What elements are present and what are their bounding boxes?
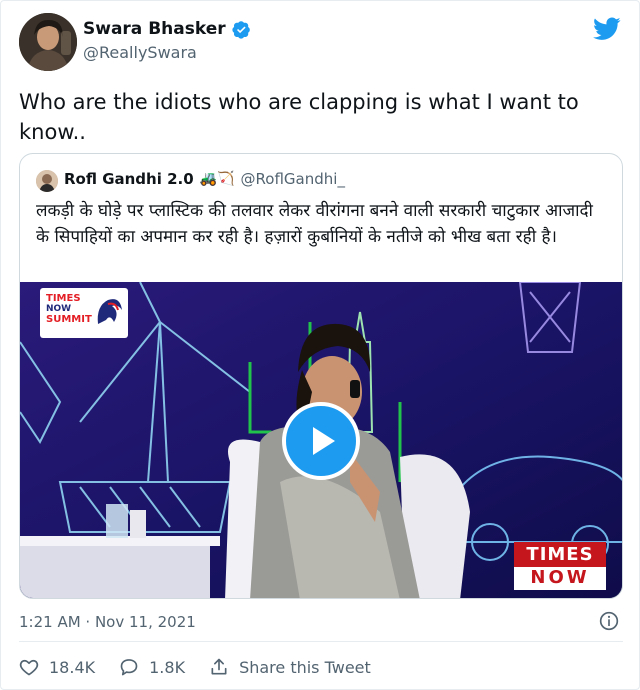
share-label: Share this Tweet bbox=[239, 657, 371, 677]
author-name-row: Swara Bhasker bbox=[83, 19, 251, 39]
like-button[interactable]: 18.4K bbox=[19, 657, 95, 677]
summit-logo-line-1: TIMES bbox=[46, 293, 81, 304]
channel-logo-bottom: NOW bbox=[514, 567, 606, 590]
author-avatar[interactable] bbox=[19, 13, 77, 71]
tweet-text: Who are the idiots who are clapping is w… bbox=[19, 90, 579, 144]
play-button[interactable] bbox=[282, 402, 360, 480]
author-display-name[interactable]: Swara Bhasker bbox=[83, 19, 226, 39]
summit-logo-line-3: SUMMIT bbox=[46, 314, 92, 325]
tweet-timestamp[interactable]: 1:21 AM · Nov 11, 2021 bbox=[19, 613, 196, 631]
quoted-author-avatar[interactable] bbox=[36, 170, 58, 192]
reply-bubble-icon bbox=[120, 659, 138, 676]
reply-count: 1.8K bbox=[149, 657, 186, 677]
divider bbox=[19, 641, 623, 642]
reply-button[interactable]: 1.8K bbox=[119, 657, 185, 677]
quoted-tweet[interactable]: Rofl Gandhi 2.0 🚜🏹 @RoflGandhi_ लकड़ी के… bbox=[19, 153, 623, 599]
info-icon[interactable] bbox=[599, 611, 619, 631]
times-now-channel-logo: TIMES NOW bbox=[514, 542, 606, 590]
tweet-card: Swara Bhasker @ReallySwara Who are the i… bbox=[0, 0, 640, 690]
quoted-header: Rofl Gandhi 2.0 🚜🏹 @RoflGandhi_ bbox=[64, 170, 345, 188]
tweet-actions: 18.4K 1.8K Share this Tweet bbox=[19, 653, 371, 681]
quoted-video[interactable]: TIMES NOW SUMMIT TIMES NOW bbox=[20, 282, 622, 598]
avatar-photo bbox=[19, 13, 77, 71]
summit-logo-line-2: NOW bbox=[46, 304, 72, 314]
lion-emblem-icon bbox=[97, 299, 122, 324]
play-icon bbox=[313, 427, 335, 455]
quoted-handle[interactable]: @RoflGandhi_ bbox=[241, 170, 345, 188]
quoted-name-emojis: 🚜🏹 bbox=[199, 171, 235, 187]
quoted-display-name[interactable]: Rofl Gandhi 2.0 bbox=[64, 170, 194, 188]
quoted-text: लकड़ी के घोड़े पर प्लास्टिक की तलवार लेक… bbox=[36, 201, 593, 247]
author-handle[interactable]: @ReallySwara bbox=[83, 43, 197, 62]
times-now-summit-logo: TIMES NOW SUMMIT bbox=[40, 288, 128, 338]
share-button[interactable]: Share this Tweet bbox=[209, 657, 371, 677]
twitter-bird-icon[interactable] bbox=[593, 17, 621, 41]
heart-icon bbox=[19, 659, 39, 676]
verified-badge-icon bbox=[232, 20, 250, 39]
share-upload-icon bbox=[211, 658, 227, 675]
like-count: 18.4K bbox=[49, 657, 96, 677]
channel-logo-top: TIMES bbox=[514, 542, 606, 567]
quoted-avatar-photo bbox=[36, 170, 58, 192]
